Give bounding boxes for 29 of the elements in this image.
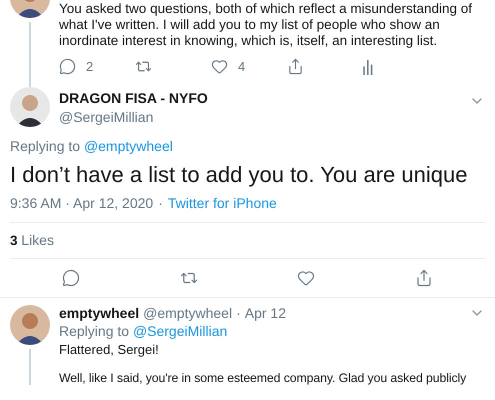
action-count: 4 (238, 59, 246, 74)
display-name[interactable]: emptywheel (59, 304, 140, 321)
share-icon[interactable] (287, 58, 304, 76)
tweet-text: Flattered, Sergei! (59, 342, 160, 357)
mention-link[interactable]: @SergeiMillian (132, 322, 228, 339)
tweet-text: Well, like I said, you're in some esteemed company. Glad you asked publicly (59, 370, 468, 386)
reply-icon[interactable] (59, 58, 76, 76)
avatar[interactable] (10, 87, 50, 128)
user-handle[interactable]: @emptywheel (143, 304, 232, 321)
tweet-text: I don’t have a list to add you to. You are unique (10, 161, 468, 190)
like-icon[interactable] (297, 268, 316, 287)
avatar[interactable] (10, 304, 50, 345)
replying-text: Replying to @emptywheel (10, 138, 174, 154)
user-handle[interactable]: @SergeiMillian (59, 108, 469, 125)
action-count: 2 (86, 59, 94, 74)
likes-count[interactable]: 3 Likes (10, 232, 54, 248)
separator-dot: · (158, 194, 163, 211)
tweet-text: You asked two questions, both of which reflect a misunderstanding of what I've written. I will add you to my list of people who show an inordinate interest in knowing, which is, itself, an interesting list. (59, 0, 474, 48)
display-name[interactable]: DRAGON FISA - NYFO (59, 90, 469, 106)
reply-icon[interactable] (62, 268, 80, 287)
tweet-date[interactable]: Apr 12 (244, 304, 286, 321)
timestamp[interactable]: 9:36 AM · Apr 12, 2020 (10, 194, 154, 211)
mention-link[interactable]: @emptywheel (84, 138, 173, 154)
share-icon[interactable] (415, 268, 434, 287)
source-link[interactable]: Twitter for iPhone (168, 194, 277, 211)
replying-text: Replying to @SergeiMillian (59, 322, 228, 339)
analytics-icon[interactable] (363, 58, 373, 76)
like-icon[interactable] (211, 58, 228, 76)
separator-dot: · (236, 304, 241, 321)
